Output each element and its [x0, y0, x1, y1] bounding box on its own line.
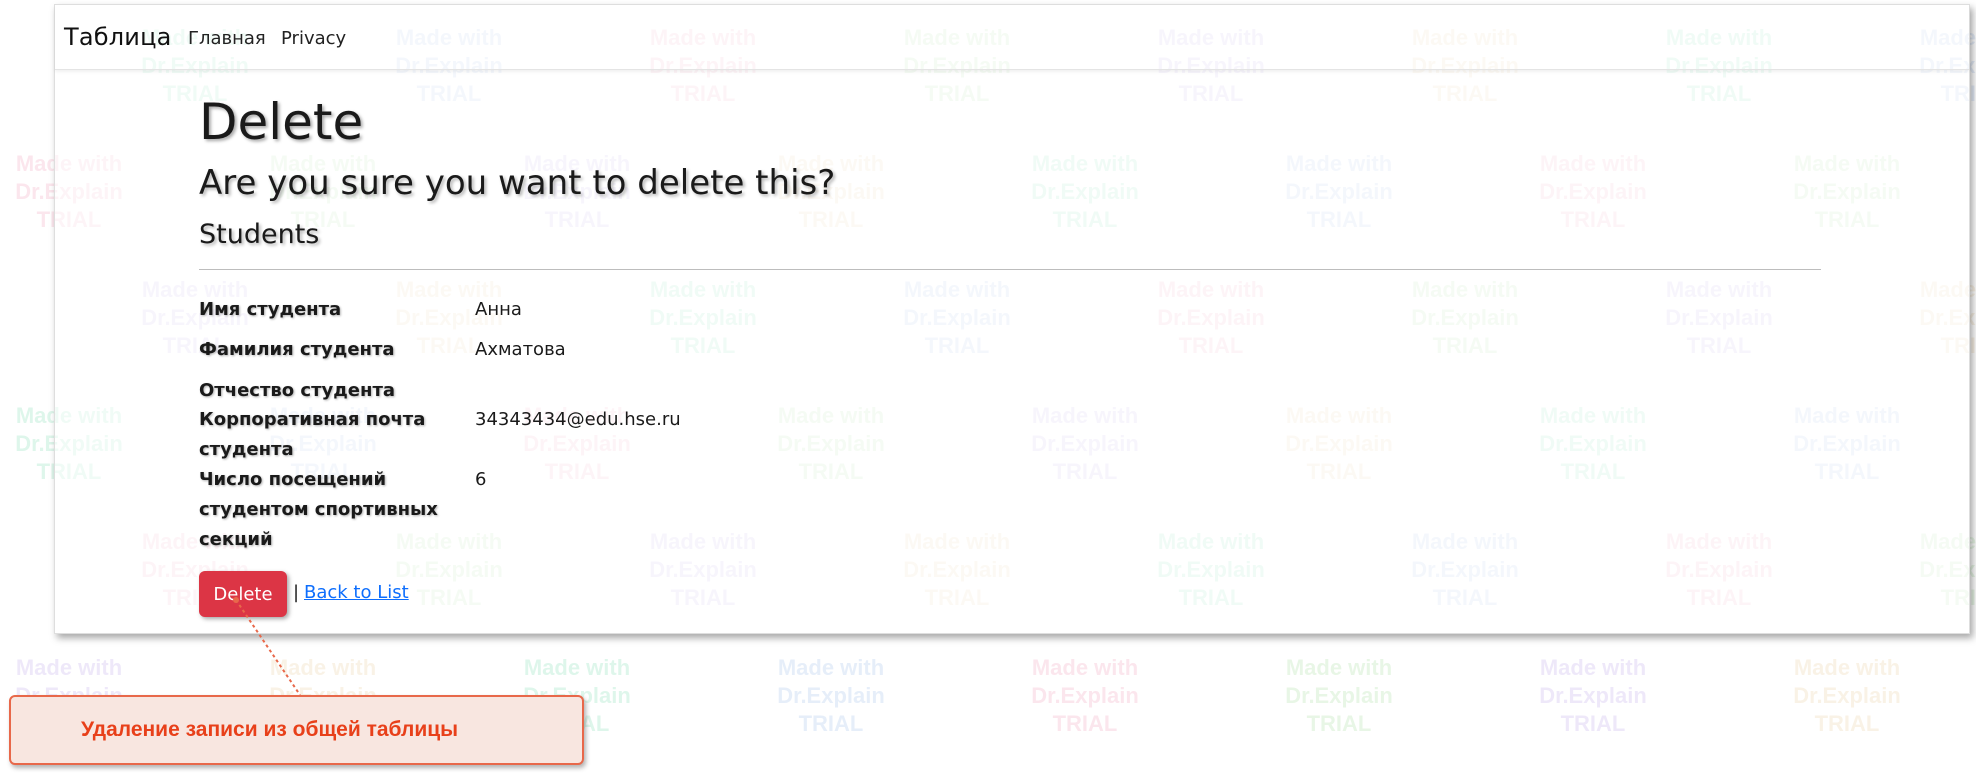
watermark: Made withDr.ExplainTRIAL: [777, 655, 885, 736]
nav-link-home[interactable]: Главная: [188, 28, 266, 49]
entity-title: Students: [199, 219, 320, 250]
watermark: Made withDr.ExplainTRIAL: [1539, 655, 1647, 736]
detail-label-last-name: Фамилия студента: [199, 339, 395, 360]
detail-value-last-name: Ахматова: [475, 339, 566, 360]
page-frame: Таблица Главная Privacy Delete Are you s…: [54, 4, 1970, 634]
annotation-callout: Удаление записи из общей таблицы: [9, 695, 584, 765]
detail-label-first-name: Имя студента: [199, 299, 342, 320]
detail-label-patronymic: Отчество студента: [199, 380, 396, 401]
callout-text: Удаление записи из общей таблицы: [81, 718, 459, 741]
detail-value-visits: 6: [475, 469, 487, 490]
page-title: Delete: [199, 93, 364, 151]
watermark: Made withDr.ExplainTRIAL: [1793, 655, 1901, 736]
delete-button[interactable]: Delete: [199, 571, 287, 617]
confirm-question: Are you sure you want to delete this?: [199, 163, 836, 203]
navbar: Таблица Главная Privacy: [55, 5, 1969, 70]
divider: [199, 269, 1821, 270]
back-to-list-link[interactable]: Back to List: [304, 582, 409, 603]
watermark: Made withDr.ExplainTRIAL: [1285, 655, 1393, 736]
watermark: Made withDr.ExplainTRIAL: [1031, 655, 1139, 736]
navbar-brand[interactable]: Таблица: [64, 23, 172, 51]
detail-label-visits: Число посещений студентом спортивных сек…: [199, 469, 438, 550]
detail-value-email: 34343434@edu.hse.ru: [475, 409, 681, 430]
nav-link-privacy[interactable]: Privacy: [281, 28, 346, 49]
detail-value-first-name: Анна: [475, 299, 522, 320]
action-separator: |: [293, 582, 300, 603]
detail-label-email: Корпоративная почта студента: [199, 409, 426, 460]
